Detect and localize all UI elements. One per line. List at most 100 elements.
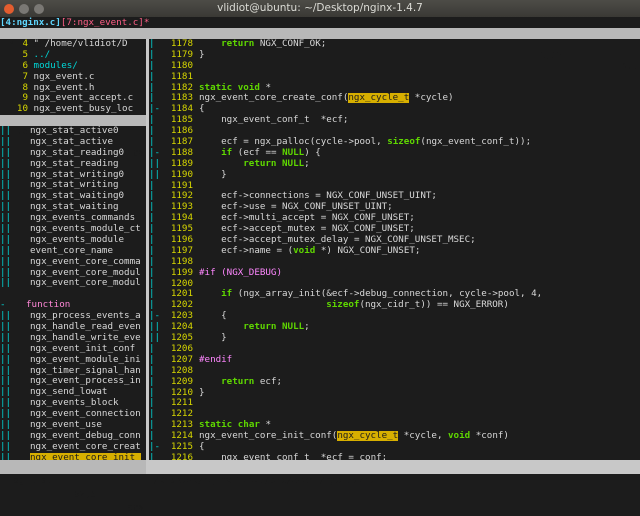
- code-line[interactable]: | 1200: [149, 279, 640, 290]
- tag-list-item[interactable]: || ngx_send_lowat: [0, 387, 146, 398]
- tag-list-item[interactable]: || ngx_stat_writing0: [0, 170, 146, 181]
- file-list-item[interactable]: 5 ../: [0, 50, 146, 61]
- tag-list-gutter: ||: [0, 365, 12, 376]
- tag-list-item[interactable]: || event_core_name: [0, 246, 146, 257]
- fold-gutter: |: [149, 93, 155, 104]
- code-line[interactable]: | 1192 ecf->connections = NGX_CONF_UNSET_…: [149, 191, 640, 202]
- tag-list-item[interactable]: - function: [0, 300, 146, 311]
- file-list-item[interactable]: 8 ngx_event.h: [0, 83, 146, 94]
- line-number: 1216: [170, 452, 193, 460]
- left-sidebar: 4 " /home/vlidiot/D 5 ../6 modules/7 ngx_…: [0, 39, 146, 460]
- code-line[interactable]: || 1204 return NULL;: [149, 322, 640, 333]
- code-line[interactable]: | 1193 ecf->use = NGX_CONF_UNSET_UINT;: [149, 202, 640, 213]
- code-line[interactable]: | 1206: [149, 344, 640, 355]
- tag-list-item[interactable]: || ngx_stat_reading0: [0, 148, 146, 159]
- code-line[interactable]: | 1210}: [149, 388, 640, 399]
- line-number: 1207: [170, 354, 193, 365]
- tag-list-item[interactable]: || ngx_events_module: [0, 235, 146, 246]
- code-editor-pane[interactable]: | 1178 return NGX_CONF_OK; | 1179} | 1180 | 118…: [149, 39, 640, 460]
- line-number: 1202: [170, 300, 193, 311]
- tag-list-item[interactable]: || ngx_event_process_in: [0, 376, 146, 387]
- code-line[interactable]: | 1180: [149, 61, 640, 72]
- file-list-item[interactable]: 6 modules/: [0, 61, 146, 72]
- code-line[interactable]: | 1199 #if (NGX_DEBUG): [149, 268, 640, 279]
- code-line[interactable]: | 1194 ecf->multi_accept = NGX_CONF_UNSET…: [149, 213, 640, 224]
- code-text: {: [199, 441, 205, 452]
- code-line[interactable]: | 1179}: [149, 50, 640, 61]
- code-line[interactable]: |- 1184 {: [149, 104, 640, 115]
- file-list-item[interactable]: 7 ngx_event.c: [0, 72, 146, 83]
- tab-nginx-c[interactable]: [4:nginx.c]: [0, 17, 61, 28]
- code-line[interactable]: | 1201 if (ngx_array_init(&ecf->debug_con…: [149, 289, 640, 300]
- tag-list-item[interactable]: || ngx_event_init_conf: [0, 344, 146, 355]
- tag-list-gutter: ||: [0, 322, 12, 333]
- code-line[interactable]: | 1212: [149, 409, 640, 420]
- tag-list-gutter: ||: [0, 311, 12, 322]
- tag-list-item[interactable]: || ngx_event_core_creat: [0, 442, 146, 453]
- code-line[interactable]: | 1185 ngx_event_conf_t *ecf;: [149, 115, 640, 126]
- line-number: 1179: [170, 49, 193, 60]
- tag-list-entry: ngx_stat_active: [30, 136, 113, 147]
- code-line[interactable]: || 1190 }: [149, 170, 640, 181]
- code-line[interactable]: | 1191: [149, 181, 640, 192]
- tag-list-item[interactable]: || ngx_events_block: [0, 398, 146, 409]
- code-line[interactable]: || 1189 return NULL;: [149, 159, 640, 170]
- tag-list-item[interactable]: || ngx_stat_active0: [0, 126, 146, 137]
- tag-list-entry: ngx_event_core_init_: [30, 452, 141, 460]
- tag-list-item[interactable]: || ngx_process_events_a: [0, 311, 146, 322]
- tag-list-gutter: ||: [0, 430, 12, 441]
- code-line[interactable]: | 1202 sizeof(ngx_cidr_t)) == NGX_ERROR): [149, 300, 640, 311]
- code-line[interactable]: | 1181: [149, 72, 640, 83]
- code-line[interactable]: | 1208: [149, 366, 640, 377]
- code-line[interactable]: | 1186: [149, 126, 640, 137]
- code-line[interactable]: | 1187 ecf = ngx_palloc(cycle->pool, size…: [149, 137, 640, 148]
- code-line[interactable]: || 1205 }: [149, 333, 640, 344]
- tag-list-item[interactable]: || ngx_handle_write_eve: [0, 333, 146, 344]
- code-line[interactable]: | 1178 return NGX_CONF_OK;: [149, 39, 640, 50]
- tag-list-item[interactable]: || ngx_event_connection: [0, 409, 146, 420]
- file-list-item[interactable]: 10 ngx_event_busy_loc: [0, 104, 146, 115]
- tag-list-item[interactable]: || ngx_stat_reading: [0, 159, 146, 170]
- tag-list-item[interactable]: || ngx_timer_signal_han: [0, 366, 146, 377]
- tag-list-item[interactable]: || ngx_event_use: [0, 420, 146, 431]
- tag-list-item[interactable]: || ngx_stat_writing: [0, 180, 146, 191]
- tag-list-item[interactable]: || ngx_event_core_init_: [0, 452, 146, 460]
- tag-list-item[interactable]: || ngx_event_core_comma: [0, 257, 146, 268]
- fold-gutter: |-: [149, 104, 161, 115]
- code-line[interactable]: | 1213 static char *: [149, 420, 640, 431]
- tag-list-gutter: ||: [0, 213, 12, 224]
- tag-list-item[interactable]: || ngx_events_commands: [0, 213, 146, 224]
- code-line[interactable]: | 1182 static void *: [149, 83, 640, 94]
- code-line[interactable]: | 1196 ecf->accept_mutex_delay = NGX_CONF…: [149, 235, 640, 246]
- code-line[interactable]: | 1214 ngx_event_core_init_conf(ngx_cycle_…: [149, 431, 640, 442]
- code-line[interactable]: |- 1203 {: [149, 311, 640, 322]
- code-line[interactable]: | 1197 ecf->name = (void *) NGX_CONF_UNSE…: [149, 246, 640, 257]
- tag-list-entry: ngx_stat_writing0: [30, 169, 125, 180]
- tag-list-item[interactable]: || ngx_events_module_ct: [0, 224, 146, 235]
- tag-list-gutter: ||: [0, 234, 12, 245]
- tag-list-item[interactable]: || ngx_handle_read_even: [0, 322, 146, 333]
- code-line[interactable]: | 1207 #endif: [149, 355, 640, 366]
- tag-list-entry: ngx_send_lowat: [30, 387, 108, 398]
- tab-ngx-event-c[interactable]: [7:ngx_event.c]: [61, 17, 144, 28]
- code-line[interactable]: |- 1188 if (ecf == NULL) {: [149, 148, 640, 159]
- code-line[interactable]: | 1211: [149, 398, 640, 409]
- line-number: 1183: [170, 93, 193, 104]
- tag-list-item[interactable]: || ngx_stat_active: [0, 137, 146, 148]
- tag-list-item[interactable]: || ngx_event_module_ini: [0, 355, 146, 366]
- code-line[interactable]: | 1198: [149, 257, 640, 268]
- file-list-item[interactable]: 9 ngx_event_accept.c: [0, 93, 146, 104]
- code-line[interactable]: | 1216 ngx_event_conf_t *ecf = conf;: [149, 453, 640, 460]
- code-line[interactable]: | 1183 ngx_event_core_create_conf(ngx_cycl…: [149, 93, 640, 104]
- tag-list-item[interactable]: || ngx_event_debug_conn: [0, 431, 146, 442]
- code-line[interactable]: |- 1215 {: [149, 442, 640, 453]
- code-line[interactable]: | 1195 ecf->accept_mutex = NGX_CONF_UNSET…: [149, 224, 640, 235]
- tag-list-item[interactable]: [0, 289, 146, 300]
- tag-list-item[interactable]: || ngx_stat_waiting: [0, 202, 146, 213]
- file-list-item[interactable]: 4 " /home/vlidiot/D: [0, 39, 146, 50]
- tag-list-item[interactable]: || ngx_event_core_modul: [0, 278, 146, 289]
- code-line[interactable]: | 1209 return ecf;: [149, 377, 640, 388]
- fold-gutter: |: [149, 398, 155, 409]
- tag-list-item[interactable]: || ngx_stat_waiting0: [0, 191, 146, 202]
- tag-list-item[interactable]: || ngx_event_core_modul: [0, 268, 146, 279]
